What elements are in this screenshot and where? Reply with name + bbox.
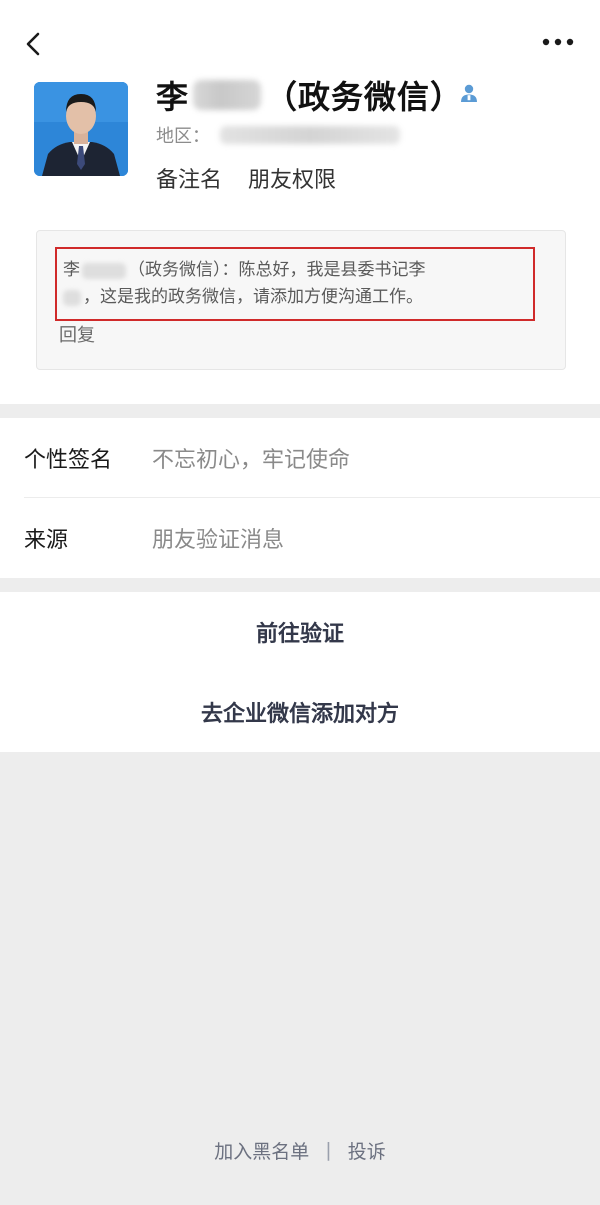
more-horizontal-icon bbox=[542, 38, 574, 46]
user-avatar-photo bbox=[34, 82, 128, 176]
info-list: 个性签名 不忘初心，牢记使命 来源 朋友验证消息 bbox=[0, 418, 600, 578]
name-prefix: 李 bbox=[156, 78, 190, 116]
signature-row: 个性签名 不忘初心，牢记使命 bbox=[0, 418, 600, 498]
region-redaction bbox=[220, 126, 400, 144]
friend-permission-link[interactable]: 朋友权限 bbox=[248, 162, 336, 194]
avatar[interactable] bbox=[34, 82, 128, 176]
add-to-blacklist-link[interactable]: 加入黑名单 bbox=[214, 1137, 309, 1164]
region-row: 地区： bbox=[156, 122, 400, 148]
contact-profile-page: 李 （政务微信） 地区： 备注名 朋友权限 李 （政务微信）：陈总好，我是县委书… bbox=[0, 0, 600, 1205]
person-contact-icon bbox=[461, 84, 477, 102]
report-link[interactable]: 投诉 bbox=[348, 1137, 386, 1164]
contact-name: 李 （政务微信） bbox=[156, 72, 463, 118]
name-suffix: （政务微信） bbox=[265, 78, 464, 116]
message-line-1-text: （政务微信）：陈总好，我是县委书记李 bbox=[128, 260, 426, 280]
message-highlight-box: 李 （政务微信）：陈总好，我是县委书记李 ，这是我的政务微信，请添加方便沟通工作… bbox=[55, 247, 535, 321]
message-sender-prefix: 李 bbox=[63, 260, 80, 280]
profile-header: 李 （政务微信） 地区： 备注名 朋友权限 李 （政务微信）：陈总好，我是县委书… bbox=[0, 0, 600, 404]
signature-label: 个性签名 bbox=[24, 448, 113, 473]
back-button[interactable] bbox=[16, 26, 52, 62]
go-verify-button[interactable]: 前往验证 bbox=[0, 592, 600, 672]
chevron-left-icon bbox=[26, 32, 40, 56]
message-name-redaction bbox=[82, 262, 126, 279]
message-line-2: ，这是我的政务微信，请添加方便沟通工作。 bbox=[63, 284, 525, 311]
remark-name-link[interactable]: 备注名 bbox=[156, 162, 222, 194]
add-via-wecom-button[interactable]: 去企业微信添加对方 bbox=[0, 672, 600, 752]
more-button[interactable] bbox=[538, 28, 578, 56]
message-line-2-text: ，这是我的政务微信，请添加方便沟通工作。 bbox=[83, 287, 423, 307]
verification-message-card: 李 （政务微信）：陈总好，我是县委书记李 ，这是我的政务微信，请添加方便沟通工作… bbox=[36, 230, 566, 370]
footer-separator: | bbox=[325, 1139, 332, 1161]
action-list: 前往验证 去企业微信添加对方 bbox=[0, 592, 600, 752]
source-row: 来源 朋友验证消息 bbox=[0, 498, 600, 578]
message-line-1: 李 （政务微信）：陈总好，我是县委书记李 bbox=[63, 257, 525, 284]
remark-row: 备注名 朋友权限 bbox=[156, 160, 336, 196]
footer-links: 加入黑名单 | 投诉 bbox=[0, 1134, 600, 1166]
signature-value: 不忘初心，牢记使命 bbox=[152, 448, 351, 473]
source-label: 来源 bbox=[24, 528, 69, 553]
name-redaction bbox=[193, 80, 262, 110]
source-value: 朋友验证消息 bbox=[152, 528, 285, 553]
region-label: 地区： bbox=[156, 126, 210, 147]
reply-link[interactable]: 回复 bbox=[59, 321, 95, 347]
message-name-redaction-2 bbox=[63, 289, 81, 306]
